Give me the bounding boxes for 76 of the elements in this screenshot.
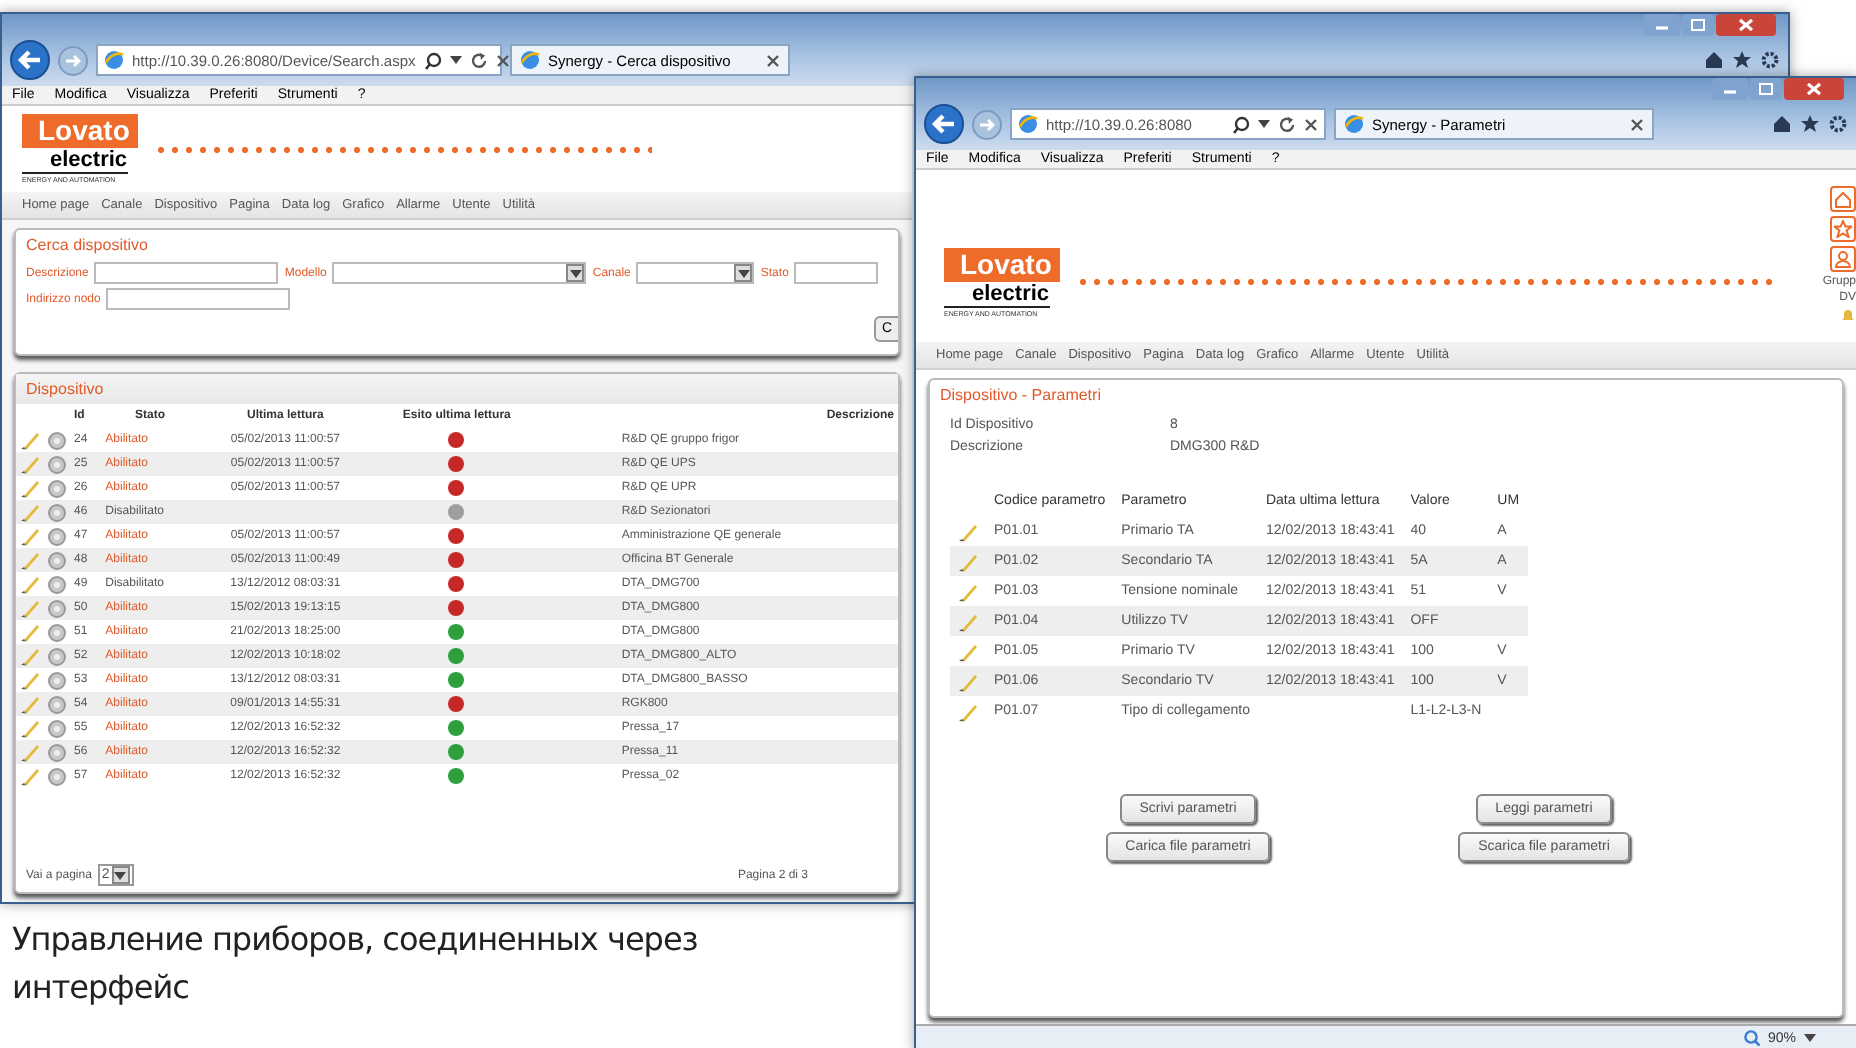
home-icon[interactable] <box>1704 50 1724 70</box>
search-icon[interactable] <box>1232 115 1250 133</box>
dropdown-field[interactable] <box>636 262 755 284</box>
dropdown-field[interactable] <box>332 262 587 284</box>
logo-subtitle: electric <box>944 283 1050 307</box>
pencil-icon[interactable] <box>20 694 40 714</box>
logo-subtitle: electric <box>22 150 128 174</box>
refresh-icon[interactable] <box>1278 115 1296 133</box>
home-icon <box>1834 190 1852 208</box>
logo-brand: Lovato <box>22 114 138 148</box>
settings-icon[interactable] <box>1760 50 1780 70</box>
pencil-icon[interactable] <box>20 718 40 738</box>
pencil-icon[interactable] <box>958 611 978 631</box>
zoom-icon <box>1743 1030 1760 1046</box>
star-icon[interactable] <box>1800 114 1820 134</box>
star-icon <box>1834 220 1852 238</box>
dropdown-caret-icon <box>737 269 750 277</box>
close-button[interactable] <box>1716 14 1776 36</box>
dropdown-caret-icon <box>569 269 582 277</box>
browser-icon <box>104 50 124 70</box>
pencil-icon[interactable] <box>20 670 40 690</box>
back-button[interactable] <box>924 104 964 144</box>
input-field[interactable] <box>106 288 291 310</box>
panel-title: Dispositivo <box>16 374 898 404</box>
pencil-icon[interactable] <box>20 478 40 498</box>
pencil-icon[interactable] <box>958 701 978 721</box>
pencil-icon[interactable] <box>20 502 40 522</box>
user-icon <box>1834 250 1852 268</box>
close-button[interactable] <box>1784 78 1844 100</box>
pencil-icon[interactable] <box>958 521 978 541</box>
settings-icon[interactable] <box>1828 114 1848 134</box>
pencil-icon[interactable] <box>20 430 40 450</box>
pencil-icon[interactable] <box>20 598 40 618</box>
caret-icon <box>449 56 462 64</box>
logo-brand: Lovato <box>944 247 1060 281</box>
pencil-icon[interactable] <box>20 742 40 762</box>
forward-button[interactable] <box>972 109 1002 139</box>
pencil-icon[interactable] <box>20 646 40 666</box>
input-field[interactable] <box>794 262 879 284</box>
bell-icon <box>1840 308 1856 324</box>
tab-close-icon[interactable] <box>766 53 780 67</box>
pencil-icon[interactable] <box>958 551 978 571</box>
refresh-icon[interactable] <box>469 51 488 69</box>
user-button[interactable] <box>1830 246 1856 272</box>
pencil-icon[interactable] <box>958 671 978 691</box>
star-icon[interactable] <box>1732 50 1752 70</box>
caption: Управление приборов, соединенных через интерфейс <box>12 918 700 1010</box>
browser-icon <box>1018 114 1038 134</box>
caret-icon <box>1258 120 1270 128</box>
home-icon[interactable] <box>1772 114 1792 134</box>
close-icon[interactable] <box>495 53 510 67</box>
input-field[interactable] <box>94 262 279 284</box>
minimize-button[interactable] <box>1644 14 1680 36</box>
forward-button[interactable] <box>58 45 88 75</box>
pencil-icon[interactable] <box>958 641 978 661</box>
tab-close-icon[interactable] <box>1630 117 1644 131</box>
pencil-icon[interactable] <box>20 550 40 570</box>
dropdown-caret-icon <box>114 871 127 879</box>
maximize-button[interactable] <box>1682 14 1714 36</box>
panel-title: Cerca dispositivo <box>24 234 150 258</box>
disc-icon <box>48 767 66 785</box>
pencil-icon[interactable] <box>20 526 40 546</box>
back-button[interactable] <box>10 40 50 80</box>
panel-title: Dispositivo - Parametri <box>938 384 1103 408</box>
pencil-icon[interactable] <box>20 454 40 474</box>
caret-icon <box>1804 1034 1816 1042</box>
favorite-button[interactable] <box>1830 216 1856 242</box>
search-icon[interactable] <box>423 51 442 69</box>
browser-icon <box>520 50 540 70</box>
pencil-icon[interactable] <box>958 581 978 601</box>
home-button[interactable] <box>1830 186 1856 212</box>
pencil-icon[interactable] <box>20 766 40 786</box>
pencil-icon[interactable] <box>20 622 40 642</box>
browser-icon <box>1344 114 1364 134</box>
close-icon[interactable] <box>1304 117 1318 131</box>
pencil-icon[interactable] <box>20 574 40 594</box>
